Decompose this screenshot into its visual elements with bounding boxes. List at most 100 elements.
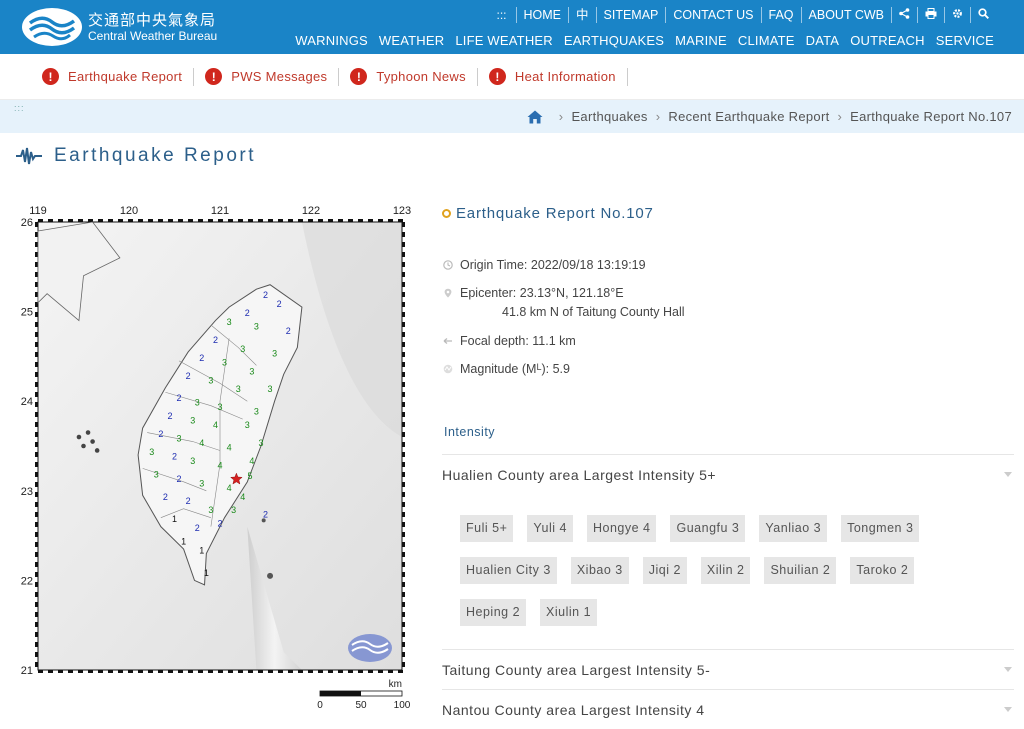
y-tick-label: 22 [21,575,33,587]
print-icon[interactable] [917,7,944,23]
focal-depth-label: Focal depth: [460,334,529,348]
alert-pws-messages[interactable]: ! PWS Messages [205,67,340,86]
epicenter-label: Epicenter: [460,286,517,300]
penghu-island [90,439,95,444]
alert-heat-information[interactable]: ! Heat Information [488,67,628,86]
scale-tick-label: 0 [317,700,323,711]
share-icon[interactable] [891,7,917,23]
nav-weather[interactable]: WEATHER [379,33,444,48]
station-intensity-mark: 4 [249,456,254,466]
station-intensity-mark: 3 [199,478,204,488]
watermark-logo [348,634,392,662]
util-home-link[interactable]: HOME [515,7,569,23]
util-about-link[interactable]: ABOUT CWB [800,7,891,23]
epicenter-description: 41.8 km N of Taitung County Hall [502,305,685,319]
alert-label: Heat Information [514,69,616,84]
origin-time-label: Origin Time: [460,258,528,272]
scale-tick-label: 50 [355,700,367,711]
alert-earthquake-report[interactable]: ! Earthquake Report [42,67,195,86]
station-chip: Tongmen 3 [841,515,920,542]
breadcrumb-recent-reports[interactable]: Recent Earthquake Report [668,109,829,124]
station-intensity-mark: 3 [245,420,250,430]
station-intensity-mark: 1 [199,546,204,556]
grid-menu-icon[interactable]: ::: [487,7,515,23]
util-contact-link[interactable]: CONTACT US [665,7,760,23]
station-chip: Xiulin 1 [540,599,598,626]
station-intensity-mark: 4 [227,442,232,452]
breadcrumb-earthquakes[interactable]: Earthquakes [571,109,647,124]
station-chip: Hualien City 3 [460,557,557,584]
penghu-island [94,448,100,453]
station-chip: Heping 2 [460,599,527,626]
station-intensity-mark: 4 [213,420,218,430]
station-chip: Yanliao 3 [759,515,828,542]
depth-arrow-icon [443,338,452,344]
station-intensity-mark: 2 [167,411,172,421]
station-intensity-mark: 3 [217,402,222,412]
chevron-down-icon [1004,667,1012,672]
util-sitemap-link[interactable]: SITEMAP [595,7,666,23]
scale-unit-label: km [389,679,402,690]
station-intensity-mark: 3 [240,344,245,354]
station-intensity-mark: 3 [268,384,273,394]
magnitude-label-end: ): [541,362,550,376]
accordion-title: Hualien County area Largest Intensity 5+ [442,466,717,483]
nav-marine[interactable]: MARINE [675,33,727,48]
nav-service[interactable]: SERVICE [936,33,994,48]
alert-icon: ! [350,68,368,85]
station-intensity-mark: 2 [158,429,163,439]
y-tick-label: 25 [21,307,33,319]
station-intensity-mark: 2 [277,299,282,309]
scale-bar-segment [320,691,361,696]
nav-climate[interactable]: CLIMATE [738,33,795,48]
station-intensity-mark: 4 [199,438,204,448]
nav-earthquakes[interactable]: EARTHQUAKES [564,33,664,48]
alert-icon: ! [42,68,59,85]
accesskey-marker[interactable]: ::: [14,103,25,113]
page-title: Earthquake Report [54,145,256,166]
station-chip: Xilin 2 [700,557,751,584]
station-chip: Shuilian 2 [764,557,837,584]
penghu-island [81,443,86,449]
station-intensity-mark: 3 [154,469,159,479]
magnitude: Magnitude (M L): 5.9 [443,362,570,376]
alert-typhoon-news[interactable]: ! Typhoon News [350,67,478,86]
station-intensity-mark: 5 [248,471,253,481]
station-intensity-mark: 3 [254,322,259,332]
x-tick-label: 119 [29,205,47,217]
station-intensity-mark: 1 [172,514,177,524]
x-tick-label: 121 [211,205,229,217]
station-intensity-mark: 1 [181,537,186,547]
station-intensity-mark: 2 [186,496,191,506]
accordion-nantou[interactable]: Nantou County area Largest Intensity 4 [442,689,1014,729]
gear-icon[interactable] [944,7,970,23]
station-intensity-mark: 2 [286,326,291,336]
station-intensity-mark: 3 [190,456,195,466]
station-intensity-mark: 3 [227,317,232,327]
util-lang-link[interactable]: 中 [568,7,596,23]
station-intensity-mark: 2 [217,519,222,529]
nav-warnings[interactable]: WARNINGS [295,33,368,48]
util-faq-link[interactable]: FAQ [760,7,801,23]
station-intensity-mark: 3 [195,398,200,408]
station-intensity-mark: 3 [249,366,254,376]
logo-title-zh[interactable]: 交通部中央氣象局 [88,9,216,30]
search-icon[interactable] [970,7,996,23]
intensity-map[interactable]: 2223322332332333233323432344332344323442… [0,196,420,723]
station-intensity-mark: 2 [263,510,268,520]
nav-outreach[interactable]: OUTREACH [850,33,925,48]
x-tick-label: 120 [120,205,138,217]
nav-life-weather[interactable]: LIFE WEATHER [455,33,553,48]
y-tick-label: 23 [21,486,33,498]
home-icon[interactable] [527,110,543,124]
logo-title-en[interactable]: Central Weather Bureau [88,29,217,43]
accordion-taitung[interactable]: Taitung County area Largest Intensity 5- [442,649,1014,689]
accordion-hualien[interactable]: Hualien County area Largest Intensity 5+ [442,454,1014,494]
nav-data[interactable]: DATA [806,33,840,48]
y-tick-label: 24 [21,396,33,408]
cwb-logo[interactable] [22,8,82,46]
station-intensity-mark: 3 [177,434,182,444]
station-intensity-mark: 4 [217,460,222,470]
focal-depth-value: 11.1 km [532,334,576,348]
station-intensity-mark: 2 [213,335,218,345]
